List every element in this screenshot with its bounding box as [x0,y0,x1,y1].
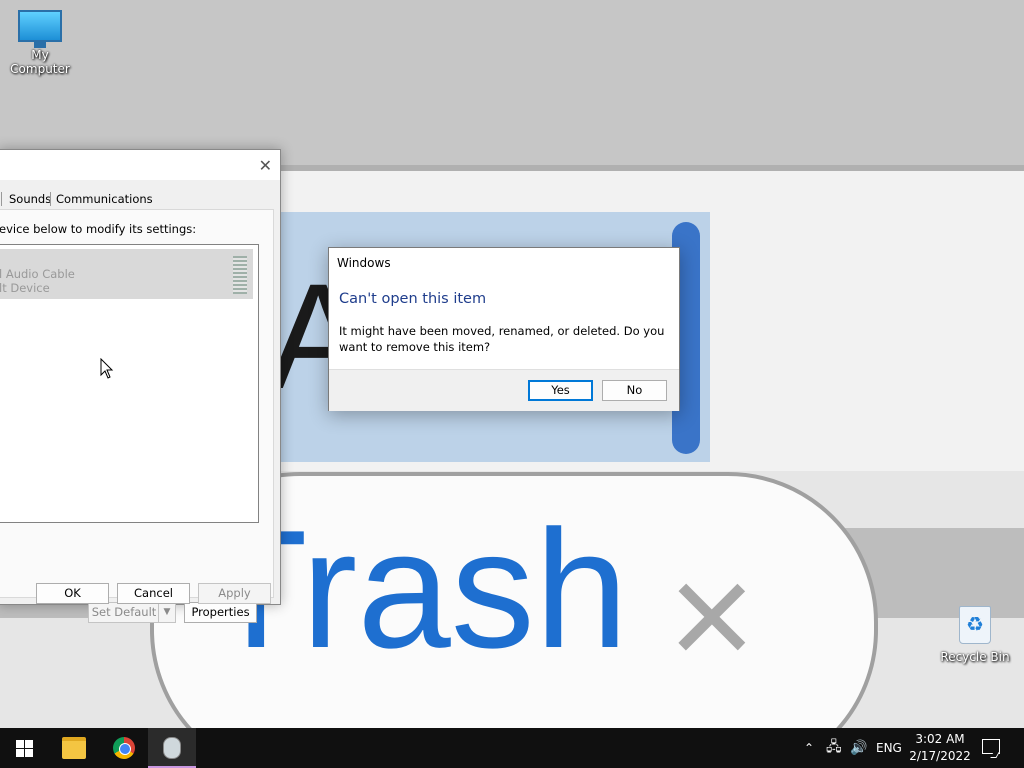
tab-separator [1,192,2,206]
show-hidden-icons-chevron-icon[interactable]: ⌃ [804,728,814,768]
taskbar-file-explorer[interactable] [50,728,98,768]
start-button[interactable] [0,728,48,768]
clock-date: 2/17/2022 [909,749,971,763]
language-indicator[interactable]: ENG [876,728,902,768]
desktop-icon-recycle-bin[interactable]: ♻ Recycle Bin [935,606,1015,664]
desktop-icon-label: My Computer [10,48,70,76]
taskbar-chrome[interactable] [100,728,148,768]
apply-button[interactable]: Apply [198,583,271,604]
message-box-title: Windows [337,256,391,270]
recycle-bin-icon: ♻ [959,606,991,644]
desktop-icon-label: Recycle Bin [940,650,1010,664]
wallpaper-close-icon: × [668,531,756,699]
notification-center-icon[interactable] [982,739,1000,754]
clock-time: 3:02 AM [915,732,965,746]
sound-tab-panel: evice below to modify its settings: l Au… [0,209,274,623]
windows-logo-icon [15,739,33,757]
yes-button[interactable]: Yes [528,380,593,401]
app-icon [163,737,181,759]
device-status: lt Device [0,281,50,295]
device-list[interactable]: l Audio Cable lt Device [0,244,259,523]
mouse-pointer-icon [100,358,114,379]
set-default-button[interactable]: Set Default ▼ [88,602,176,623]
tab-sounds[interactable]: Sounds [5,190,55,208]
sound-dialog: ✕ Sounds Communications evice below to m… [0,149,281,623]
close-icon[interactable]: ✕ [259,156,272,175]
message-box-heading: Can't open this item [339,291,487,307]
desktop-icon-my-computer[interactable]: My Computer [0,10,80,76]
tab-communications[interactable]: Communications [52,190,157,208]
volume-icon[interactable]: 🔊 [850,728,867,768]
properties-button[interactable]: Properties [184,602,257,623]
monitor-icon [18,10,62,48]
device-name: l Audio Cable [0,267,75,281]
taskbar-active-app[interactable] [148,728,196,768]
tab-separator [50,192,51,206]
message-box-body: It might have been moved, renamed, or de… [339,324,665,354]
instruction-text: evice below to modify its settings: [0,222,197,236]
message-box: Windows Can't open this item It might ha… [328,247,680,411]
list-item[interactable]: l Audio Cable lt Device [0,249,253,299]
sound-dialog-titlebar[interactable]: ✕ [0,150,280,180]
folder-icon [62,737,86,759]
message-box-footer: Yes No [329,369,679,411]
cancel-button[interactable]: Cancel [117,583,190,604]
dropdown-arrow-icon[interactable]: ▼ [158,603,175,622]
wallpaper-top-band [0,0,1024,165]
taskbar: ⌃ 🖧 🔊 ENG 3:02 AM 2/17/2022 [0,728,1024,768]
chrome-icon [113,737,135,759]
clock[interactable]: 3:02 AM 2/17/2022 [905,731,975,765]
ok-button[interactable]: OK [36,583,109,604]
level-meter-icon [233,256,247,294]
no-button[interactable]: No [602,380,667,401]
network-icon[interactable]: 🖧 [826,728,842,768]
